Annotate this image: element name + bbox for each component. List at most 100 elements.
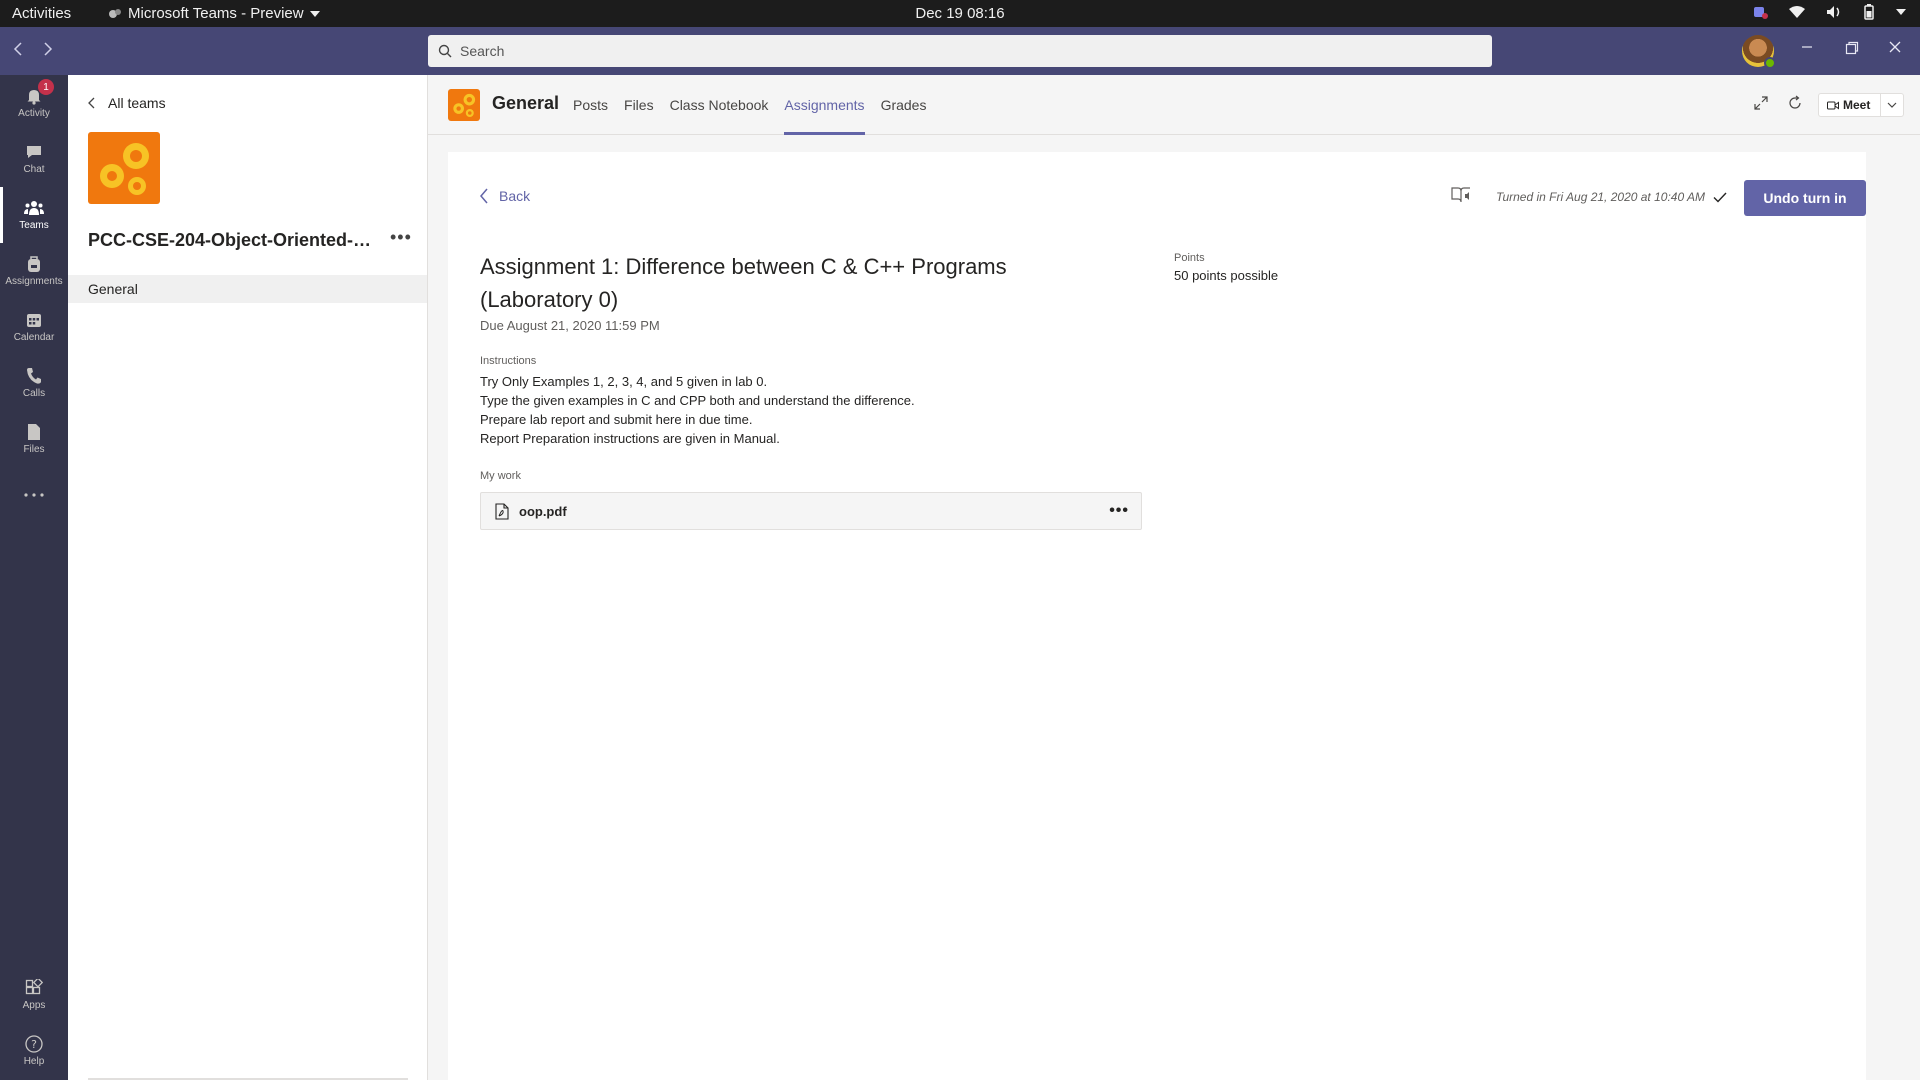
channel-name: General <box>492 93 560 113</box>
activity-badge: 1 <box>38 79 54 95</box>
expand-icon[interactable] <box>1753 95 1769 111</box>
phone-icon <box>27 368 41 384</box>
back-label: Back <box>499 188 531 204</box>
activities-button[interactable]: Activities <box>12 5 71 22</box>
due-date: Due August 21, 2020 11:59 PM <box>480 318 660 333</box>
minimize-icon <box>1802 46 1812 48</box>
channel-header: General Posts Files Class Notebook Assig… <box>428 75 1920 135</box>
rail-more-apps[interactable] <box>0 467 68 523</box>
all-teams-label: All teams <box>108 95 166 111</box>
search-input[interactable] <box>460 43 1460 59</box>
backpack-icon <box>28 256 40 272</box>
tab-posts[interactable]: Posts <box>573 75 608 135</box>
chevron-down-icon <box>309 10 320 17</box>
instructions-text: Try Only Examples 1, 2, 3, 4, and 5 give… <box>480 372 915 448</box>
video-camera-icon <box>1827 101 1839 109</box>
file-name[interactable]: oop.pdf <box>519 504 567 519</box>
immersive-reader-icon <box>1451 187 1470 203</box>
restore-icon <box>1845 41 1859 55</box>
rail-label: Apps <box>22 1000 46 1011</box>
wifi-icon <box>1789 6 1805 18</box>
team-logo <box>88 132 160 204</box>
channel-team-logo <box>448 89 480 121</box>
refresh-icon[interactable] <box>1787 95 1803 111</box>
chat-icon <box>27 146 41 158</box>
app-rail: Activity 1 Chat Teams Assignments Calend… <box>0 75 68 1080</box>
instruction-line: Try Only Examples 1, 2, 3, 4, and 5 give… <box>480 374 768 389</box>
undo-turn-in-button[interactable]: Undo turn in <box>1744 180 1866 216</box>
system-menu-chevron-icon <box>1896 9 1906 15</box>
turned-in-status: Turned in Fri Aug 21, 2020 at 10:40 AM <box>1496 190 1727 204</box>
instructions-label: Instructions <box>480 355 537 367</box>
assignment-title: Assignment 1: Difference between C & C++… <box>480 254 1007 312</box>
app-menu[interactable]: Microsoft Teams - Preview <box>108 5 320 22</box>
svg-text:?: ? <box>31 1038 37 1051</box>
rail-item-calendar[interactable]: Calendar <box>0 299 68 355</box>
chevron-left-icon <box>88 97 95 109</box>
teams-title-bar <box>0 27 1920 75</box>
team-panel: All teams PCC-CSE-204-Object-Oriented-Pr… <box>68 75 428 1080</box>
meet-button[interactable]: Meet <box>1818 93 1904 117</box>
rail-label: Calls <box>22 388 46 399</box>
teams-app-icon <box>109 8 121 18</box>
volume-icon <box>1827 6 1840 18</box>
presence-available-icon <box>1764 57 1776 69</box>
file-more-options-icon[interactable]: ••• <box>1109 502 1129 520</box>
teams-tray-icon <box>1754 7 1768 19</box>
system-tray[interactable] <box>1752 4 1906 20</box>
restore-button[interactable] <box>1845 41 1859 55</box>
close-icon <box>1889 41 1901 53</box>
rail-item-teams[interactable]: Teams <box>0 187 68 243</box>
battery-icon <box>1864 4 1874 20</box>
minimize-button[interactable] <box>1801 41 1813 53</box>
tab-files[interactable]: Files <box>624 75 654 135</box>
app-menu-label: Microsoft Teams - Preview <box>128 5 304 22</box>
meet-dropdown[interactable] <box>1881 102 1903 108</box>
rail-item-apps[interactable]: Apps <box>0 967 68 1023</box>
apps-icon <box>25 979 43 995</box>
team-more-options-icon[interactable]: ••• <box>390 227 412 248</box>
rail-label: Teams <box>19 220 49 231</box>
close-button[interactable] <box>1889 41 1901 53</box>
checkmark-icon <box>1713 192 1727 203</box>
attached-file[interactable]: oop.pdf ••• <box>480 492 1142 530</box>
my-work-label: My work <box>480 470 521 482</box>
user-avatar[interactable] <box>1742 35 1776 69</box>
gears-icon <box>453 93 476 117</box>
clock[interactable]: Dec 19 08:16 <box>915 5 1004 22</box>
file-icon <box>28 424 40 440</box>
rail-label: Activity <box>18 108 50 119</box>
instruction-line: Prepare lab report and submit here in du… <box>480 412 753 427</box>
meet-label: Meet <box>1843 98 1871 112</box>
rail-label: Calendar <box>13 332 55 343</box>
team-name[interactable]: PCC-CSE-204-Object-Oriented-Pr... <box>88 230 378 251</box>
rail-label: Chat <box>23 164 45 175</box>
assignment-detail: Back Turned in Fri Aug 21, 2020 at 10:40… <box>448 152 1866 1080</box>
rail-item-calls[interactable]: Calls <box>0 355 68 411</box>
pdf-file-icon <box>495 502 509 520</box>
turned-in-text: Turned in Fri Aug 21, 2020 at 10:40 AM <box>1496 190 1706 204</box>
points-label: Points <box>1174 252 1205 264</box>
rail-item-help[interactable]: ? Help <box>0 1023 68 1079</box>
rail-label: Help <box>23 1056 45 1067</box>
channel-label: General <box>88 281 138 297</box>
rail-item-activity[interactable]: Activity 1 <box>0 75 68 131</box>
all-teams-link[interactable]: All teams <box>88 95 166 111</box>
tab-grades[interactable]: Grades <box>881 75 927 135</box>
immersive-reader-button[interactable] <box>1450 184 1472 211</box>
rail-label: Assignments <box>5 276 63 287</box>
search-box[interactable] <box>428 35 1492 67</box>
system-top-bar: Activities Microsoft Teams - Preview Dec… <box>0 0 1920 27</box>
tab-class-notebook[interactable]: Class Notebook <box>670 75 769 135</box>
rail-item-assignments[interactable]: Assignments <box>0 243 68 299</box>
instruction-line: Report Preparation instructions are give… <box>480 431 780 446</box>
back-button[interactable]: Back <box>480 188 530 204</box>
rail-item-chat[interactable]: Chat <box>0 131 68 187</box>
forward-arrow-icon[interactable] <box>42 41 54 57</box>
gears-icon <box>100 143 149 195</box>
channel-item-general[interactable]: General <box>68 275 427 303</box>
back-arrow-icon[interactable] <box>12 41 24 57</box>
rail-item-files[interactable]: Files <box>0 411 68 467</box>
tab-assignments[interactable]: Assignments <box>784 75 865 135</box>
rail-label: Files <box>23 444 45 455</box>
